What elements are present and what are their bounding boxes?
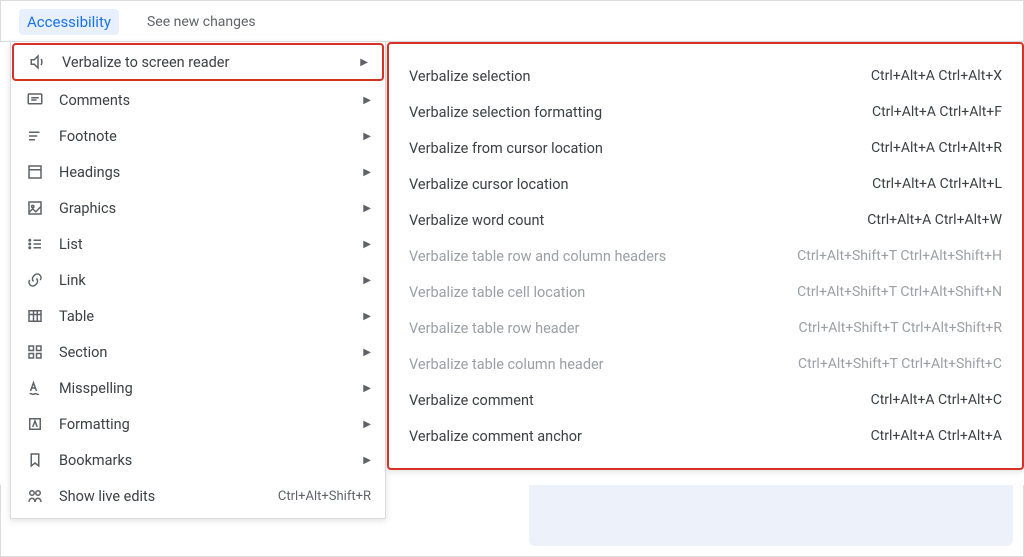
formatting-icon — [25, 414, 45, 434]
chevron-right-icon: ▶ — [363, 419, 371, 430]
submenu-item-label: Verbalize table cell location — [409, 284, 797, 301]
submenu-item-verbalize-table-cell-location: Verbalize table cell location Ctrl+Alt+S… — [389, 274, 1022, 310]
menu-item-bookmarks[interactable]: Bookmarks ▶ — [11, 442, 385, 478]
live-edits-icon — [25, 486, 45, 506]
submenu-item-shortcut: Ctrl+Alt+A Ctrl+Alt+F — [872, 104, 1002, 120]
submenu-item-label: Verbalize from cursor location — [409, 140, 871, 157]
menu-item-label: Table — [59, 308, 363, 325]
menu-item-label: Footnote — [59, 128, 363, 145]
menu-item-label: Headings — [59, 164, 363, 181]
submenu-item-verbalize-table-headers: Verbalize table row and column headers C… — [389, 238, 1022, 274]
menu-item-comments[interactable]: Comments ▶ — [11, 82, 385, 118]
submenu-item-shortcut: Ctrl+Alt+Shift+T Ctrl+Alt+Shift+N — [797, 284, 1002, 300]
submenu-item-verbalize-comment[interactable]: Verbalize comment Ctrl+Alt+A Ctrl+Alt+C — [389, 382, 1022, 418]
headings-icon — [25, 162, 45, 182]
chevron-right-icon: ▶ — [363, 167, 371, 178]
chevron-right-icon: ▶ — [363, 275, 371, 286]
link-icon — [25, 270, 45, 290]
menu-item-graphics[interactable]: Graphics ▶ — [11, 190, 385, 226]
chevron-right-icon: ▶ — [363, 347, 371, 358]
menu-item-label: List — [59, 236, 363, 253]
table-icon — [25, 306, 45, 326]
comment-icon — [25, 90, 45, 110]
submenu-item-verbalize-from-cursor[interactable]: Verbalize from cursor location Ctrl+Alt+… — [389, 130, 1022, 166]
submenu-item-shortcut: Ctrl+Alt+A Ctrl+Alt+L — [872, 176, 1002, 192]
menu-item-label: Bookmarks — [59, 452, 363, 469]
chevron-right-icon: ▶ — [363, 95, 371, 106]
graphics-icon — [25, 198, 45, 218]
bookmark-icon — [25, 450, 45, 470]
verbalize-submenu: Verbalize selection Ctrl+Alt+A Ctrl+Alt+… — [387, 42, 1024, 470]
chevron-right-icon: ▶ — [363, 239, 371, 250]
chevron-right-icon: ▶ — [363, 455, 371, 466]
footnote-icon — [25, 126, 45, 146]
accessibility-menu: Verbalize to screen reader ▶ Comments ▶ — [10, 42, 386, 519]
submenu-item-shortcut: Ctrl+Alt+A Ctrl+Alt+W — [867, 212, 1002, 228]
menu-item-misspelling[interactable]: Misspelling ▶ — [11, 370, 385, 406]
submenu-item-shortcut: Ctrl+Alt+Shift+T Ctrl+Alt+Shift+R — [798, 320, 1002, 336]
see-new-changes-button[interactable]: See new changes — [139, 10, 264, 34]
submenu-item-verbalize-word-count[interactable]: Verbalize word count Ctrl+Alt+A Ctrl+Alt… — [389, 202, 1022, 238]
submenu-item-verbalize-table-column-header: Verbalize table column header Ctrl+Alt+S… — [389, 346, 1022, 382]
submenu-item-verbalize-selection[interactable]: Verbalize selection Ctrl+Alt+A Ctrl+Alt+… — [389, 58, 1022, 94]
submenu-item-label: Verbalize comment — [409, 392, 871, 409]
menu-item-label: Show live edits — [59, 488, 278, 505]
menu-item-label: Link — [59, 272, 363, 289]
submenu-item-label: Verbalize word count — [409, 212, 867, 229]
submenu-item-label: Verbalize table row header — [409, 320, 798, 337]
menu-item-headings[interactable]: Headings ▶ — [11, 154, 385, 190]
submenu-item-verbalize-comment-anchor[interactable]: Verbalize comment anchor Ctrl+Alt+A Ctrl… — [389, 418, 1022, 454]
menu-item-table[interactable]: Table ▶ — [11, 298, 385, 334]
chevron-right-icon: ▶ — [363, 383, 371, 394]
menu-item-show-live-edits[interactable]: Show live edits Ctrl+Alt+Shift+R — [11, 478, 385, 514]
accessibility-menu-tab[interactable]: Accessibility — [19, 9, 119, 35]
menu-item-section[interactable]: Section ▶ — [11, 334, 385, 370]
menu-item-label: Comments — [59, 92, 363, 109]
menu-item-list[interactable]: List ▶ — [11, 226, 385, 262]
chevron-right-icon: ▶ — [363, 131, 371, 142]
menu-item-label: Formatting — [59, 416, 363, 433]
menu-item-shortcut: Ctrl+Alt+Shift+R — [278, 489, 371, 504]
submenu-item-shortcut: Ctrl+Alt+A Ctrl+Alt+X — [871, 68, 1002, 84]
menu-item-footnote[interactable]: Footnote ▶ — [11, 118, 385, 154]
submenu-item-shortcut: Ctrl+Alt+A Ctrl+Alt+C — [871, 392, 1002, 408]
submenu-item-verbalize-selection-formatting[interactable]: Verbalize selection formatting Ctrl+Alt+… — [389, 94, 1022, 130]
menu-item-formatting[interactable]: Formatting ▶ — [11, 406, 385, 442]
top-bar: Accessibility See new changes — [0, 0, 1024, 42]
speaker-icon — [28, 52, 48, 72]
chevron-right-icon: ▶ — [360, 57, 368, 68]
menu-item-label: Misspelling — [59, 380, 363, 397]
chevron-right-icon: ▶ — [363, 311, 371, 322]
submenu-item-verbalize-table-row-header: Verbalize table row header Ctrl+Alt+Shif… — [389, 310, 1022, 346]
submenu-item-shortcut: Ctrl+Alt+A Ctrl+Alt+R — [871, 140, 1002, 156]
submenu-item-label: Verbalize selection formatting — [409, 104, 872, 121]
menu-item-label: Section — [59, 344, 363, 361]
menu-item-link[interactable]: Link ▶ — [11, 262, 385, 298]
chevron-right-icon: ▶ — [363, 203, 371, 214]
submenu-item-label: Verbalize table column header — [409, 356, 798, 373]
submenu-item-label: Verbalize table row and column headers — [409, 248, 797, 265]
submenu-item-label: Verbalize selection — [409, 68, 871, 85]
menus-container: Verbalize to screen reader ▶ Comments ▶ — [0, 42, 1024, 519]
menu-item-verbalize-screen-reader[interactable]: Verbalize to screen reader ▶ — [12, 43, 384, 81]
submenu-item-shortcut: Ctrl+Alt+Shift+T Ctrl+Alt+Shift+H — [797, 248, 1002, 264]
submenu-item-label: Verbalize cursor location — [409, 176, 872, 193]
submenu-item-shortcut: Ctrl+Alt+A Ctrl+Alt+A — [871, 428, 1002, 444]
misspelling-icon — [25, 378, 45, 398]
menu-item-label: Verbalize to screen reader — [62, 54, 360, 71]
section-icon — [25, 342, 45, 362]
submenu-item-label: Verbalize comment anchor — [409, 428, 871, 445]
submenu-item-shortcut: Ctrl+Alt+Shift+T Ctrl+Alt+Shift+C — [798, 356, 1002, 372]
list-icon — [25, 234, 45, 254]
submenu-item-verbalize-cursor-location[interactable]: Verbalize cursor location Ctrl+Alt+A Ctr… — [389, 166, 1022, 202]
menu-item-label: Graphics — [59, 200, 363, 217]
